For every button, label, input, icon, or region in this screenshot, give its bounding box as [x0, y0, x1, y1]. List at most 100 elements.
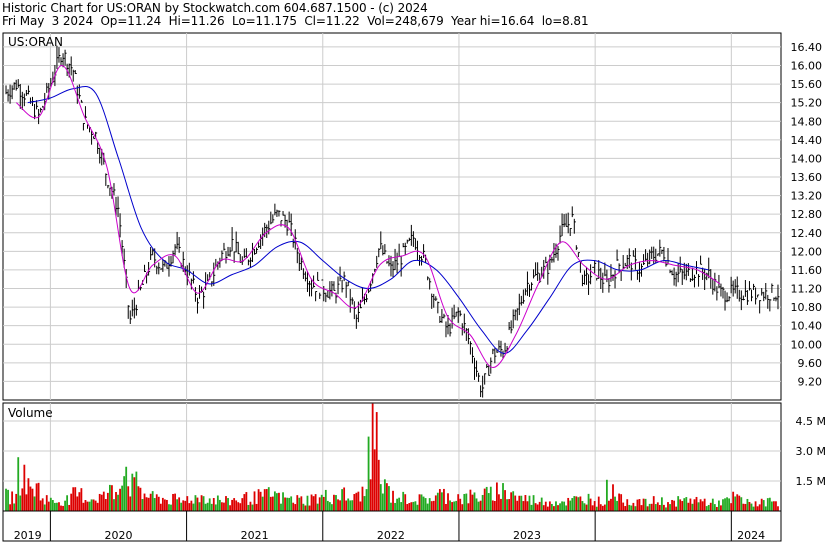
volume-bar — [512, 491, 515, 511]
volume-bar — [292, 502, 295, 511]
volume-bar — [320, 494, 323, 511]
volume-bar — [227, 498, 229, 511]
volume-bar — [174, 493, 176, 511]
volume-bar — [102, 491, 105, 511]
volume-bar — [11, 491, 14, 511]
volume-bar — [730, 503, 733, 511]
volume-bar — [17, 457, 20, 511]
volume-bar — [115, 491, 117, 511]
volume-bar — [172, 493, 174, 511]
volume-bar — [273, 491, 276, 511]
volume-bar — [255, 503, 258, 511]
volume-bar — [451, 502, 453, 511]
volume-bar — [459, 498, 462, 511]
volume-bar — [711, 498, 714, 511]
volume-bar — [665, 507, 667, 511]
volume-bar — [90, 499, 93, 511]
volume-panel: Volume 4.5 M 3.0 M 1.5 M — [2, 402, 826, 512]
volume-bar — [691, 503, 694, 511]
volume-bar — [94, 500, 97, 511]
volume-tick-label: 4.5 M — [796, 415, 826, 428]
volume-bar — [418, 494, 421, 511]
volume-bar — [125, 466, 128, 511]
volume-bar — [271, 496, 274, 511]
y-tick-label: 9.20 — [798, 375, 823, 388]
volume-bar — [379, 484, 382, 511]
volume-bar — [766, 498, 769, 511]
volume-bar — [208, 498, 211, 511]
volume-bar — [322, 496, 325, 511]
volume-bar — [441, 492, 443, 511]
volume-bar — [669, 504, 671, 511]
volume-bar — [768, 497, 771, 511]
volume-bar — [363, 496, 366, 511]
volume-bar — [163, 499, 166, 511]
volume-bar — [498, 494, 500, 511]
volume-bar — [518, 495, 521, 511]
volume-bar — [758, 504, 761, 511]
volume-bar — [304, 505, 307, 511]
volume-bar — [506, 499, 508, 511]
volume-bar — [485, 486, 488, 511]
volume-bar — [9, 504, 11, 511]
volume-bar — [622, 502, 625, 511]
volume-bar — [408, 503, 411, 511]
volume-bar — [29, 486, 32, 511]
volume-bar — [406, 504, 409, 511]
volume-bar — [13, 503, 16, 511]
volume-bar — [473, 492, 476, 511]
volume-bar — [528, 495, 531, 511]
price-panel: US:ORAN 16.40 16.00 15.60 15.20 14.80 14.40 14… — [2, 32, 823, 401]
volume-bar — [489, 486, 492, 511]
volume-bar — [88, 501, 91, 511]
volume-bar — [196, 497, 199, 511]
volume-bar — [388, 486, 390, 511]
volume-bar — [284, 497, 286, 511]
volume-bar — [644, 498, 647, 511]
volume-bar — [402, 491, 405, 511]
volume-bar — [538, 501, 541, 511]
volume-bar — [188, 503, 191, 511]
volume-bar — [343, 487, 346, 511]
volume-bar — [569, 500, 572, 511]
volume-bar — [601, 505, 604, 511]
volume-bar — [685, 497, 688, 511]
price-panel-label: US:ORAN — [8, 35, 63, 49]
volume-bar — [74, 487, 77, 511]
volume-bar — [64, 500, 66, 511]
volume-bar — [540, 497, 543, 511]
volume-bar — [475, 498, 478, 511]
volume-bar — [337, 499, 339, 511]
volume-bar — [516, 500, 519, 511]
volume-bar — [469, 489, 472, 511]
x-tick-label: 2024 — [737, 529, 765, 542]
volume-bar — [718, 500, 720, 511]
volume-bar — [620, 494, 623, 511]
volume-bar — [614, 496, 616, 511]
volume-bar — [68, 504, 71, 511]
volume-bar — [218, 499, 221, 511]
volume-tick-label: 1.5 M — [796, 475, 826, 488]
volume-bar — [294, 504, 297, 511]
volume-bar — [640, 505, 643, 511]
volume-bar — [280, 503, 282, 511]
volume-bar — [561, 501, 563, 511]
volume-bar — [420, 494, 423, 511]
volume-bar — [579, 496, 582, 511]
volume-bar — [720, 505, 722, 511]
volume-bar — [764, 506, 767, 511]
volume-bar — [430, 501, 433, 511]
volume-bar — [170, 504, 172, 511]
volume-bar — [410, 502, 413, 511]
volume-bar — [155, 494, 158, 511]
x-tick-label: 2020 — [104, 529, 132, 542]
volume-bar — [477, 501, 480, 511]
volume-bar — [491, 500, 494, 511]
volume-bar — [151, 491, 154, 511]
volume-bar — [443, 488, 445, 511]
volume-bar — [223, 502, 225, 511]
volume-bar — [361, 486, 364, 511]
volume-bar — [775, 501, 777, 511]
volume-bar — [595, 506, 598, 511]
volume-bar — [422, 496, 425, 511]
